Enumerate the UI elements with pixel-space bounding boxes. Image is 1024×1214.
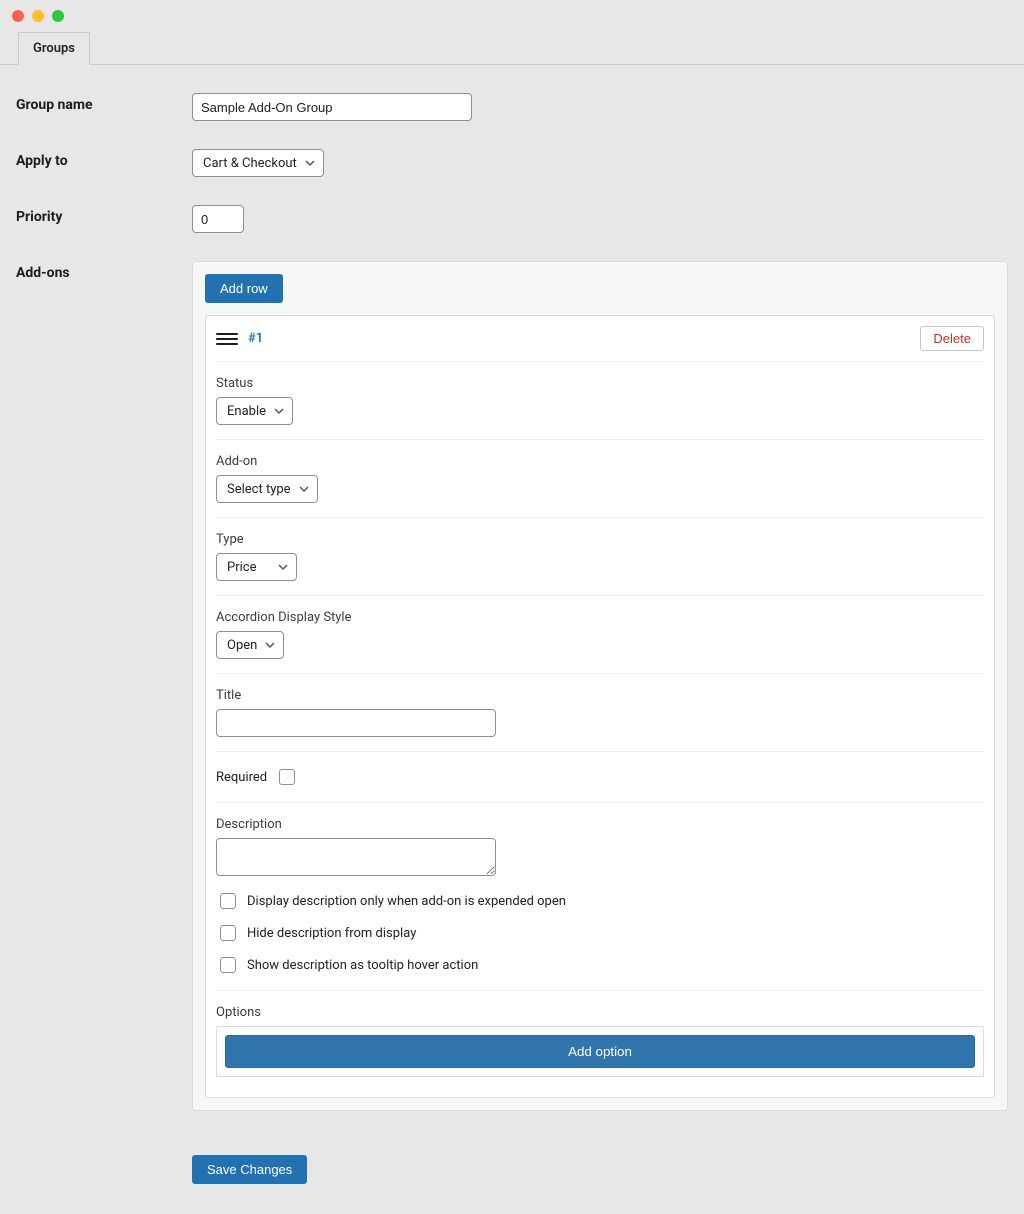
priority-label: Priority: [16, 205, 192, 225]
field-status: Status Enable: [216, 361, 984, 439]
desc-opt-row-1: Display description only when add-on is …: [216, 890, 984, 912]
group-name-input[interactable]: [192, 93, 472, 121]
status-value: Enable: [227, 404, 266, 419]
tabs-bar: Groups: [0, 32, 1024, 65]
options-label: Options: [216, 1005, 984, 1020]
status-select[interactable]: Enable: [216, 397, 293, 425]
addon-value: Select type: [227, 482, 291, 497]
addons-panel: Add row #1 Delete: [192, 261, 1008, 1111]
desc-opt-3-label: Show description as tooltip hover action: [247, 958, 478, 973]
add-option-button[interactable]: Add option: [225, 1035, 975, 1068]
drag-handle-icon[interactable]: [216, 330, 238, 348]
addon-row: #1 Delete Status Enable: [205, 315, 995, 1098]
desc-opt-3-checkbox[interactable]: [220, 957, 236, 973]
window-controls: [0, 6, 1024, 34]
desc-opt-2-label: Hide description from display: [247, 926, 416, 941]
field-type: Type Price: [216, 517, 984, 595]
form-area: Group name Apply to Cart & Checkout Prio…: [0, 65, 1024, 1214]
status-label: Status: [216, 376, 984, 391]
addon-row-header: #1 Delete: [206, 316, 994, 361]
addons-label: Add-ons: [16, 261, 192, 281]
chevron-down-icon: [299, 484, 309, 494]
title-label: Title: [216, 688, 984, 703]
field-addon-type: Add-on Select type: [216, 439, 984, 517]
required-row: Required: [216, 766, 984, 788]
field-title: Title: [216, 673, 984, 751]
type-select[interactable]: Price: [216, 553, 297, 581]
accordion-value: Open: [227, 638, 257, 653]
addon-row-id[interactable]: #1: [248, 331, 263, 346]
desc-opt-2-checkbox[interactable]: [220, 925, 236, 941]
description-textarea[interactable]: [216, 838, 496, 876]
addon-row-body: Status Enable Add-on: [206, 361, 994, 1097]
field-priority: Priority: [16, 205, 1008, 233]
chevron-down-icon: [305, 158, 315, 168]
field-options: Options Add option: [216, 990, 984, 1091]
desc-opt-row-3: Show description as tooltip hover action: [216, 954, 984, 976]
title-input[interactable]: [216, 709, 496, 737]
required-checkbox[interactable]: [279, 769, 295, 785]
add-option-label: Add option: [568, 1044, 632, 1059]
save-changes-label: Save Changes: [207, 1162, 292, 1177]
field-accordion-style: Accordion Display Style Open: [216, 595, 984, 673]
maximize-window-icon[interactable]: [52, 10, 64, 22]
save-changes-button[interactable]: Save Changes: [192, 1155, 307, 1184]
add-row-label: Add row: [220, 281, 268, 296]
apply-to-select[interactable]: Cart & Checkout: [192, 149, 324, 177]
type-label: Type: [216, 532, 984, 547]
chevron-down-icon: [265, 640, 275, 650]
field-addons: Add-ons Add row #1: [16, 261, 1008, 1184]
chevron-down-icon: [278, 562, 288, 572]
desc-opt-1-checkbox[interactable]: [220, 893, 236, 909]
type-value: Price: [227, 560, 256, 575]
options-box: Add option: [216, 1026, 984, 1077]
addon-select[interactable]: Select type: [216, 475, 318, 503]
tab-groups[interactable]: Groups: [18, 32, 90, 65]
field-apply-to: Apply to Cart & Checkout: [16, 149, 1008, 177]
accordion-label: Accordion Display Style: [216, 610, 984, 625]
accordion-select[interactable]: Open: [216, 631, 284, 659]
add-row-button[interactable]: Add row: [205, 274, 283, 303]
minimize-window-icon[interactable]: [32, 10, 44, 22]
addon-label: Add-on: [216, 454, 984, 469]
desc-opt-1-label: Display description only when add-on is …: [247, 894, 566, 909]
priority-input[interactable]: [192, 205, 244, 233]
save-row: Save Changes: [192, 1111, 1008, 1184]
app-window: Groups Group name Apply to Cart & Checko…: [0, 0, 1024, 1214]
delete-label: Delete: [933, 331, 971, 346]
desc-opt-row-2: Hide description from display: [216, 922, 984, 944]
group-name-label: Group name: [16, 93, 192, 113]
chevron-down-icon: [274, 406, 284, 416]
required-label: Required: [216, 770, 267, 785]
field-group-name: Group name: [16, 93, 1008, 121]
field-required: Required: [216, 751, 984, 802]
close-window-icon[interactable]: [12, 10, 24, 22]
delete-row-button[interactable]: Delete: [920, 326, 984, 351]
apply-to-label: Apply to: [16, 149, 192, 169]
apply-to-value: Cart & Checkout: [203, 156, 297, 171]
description-label: Description: [216, 817, 984, 832]
tab-label: Groups: [33, 41, 75, 56]
field-description: Description Display description only whe…: [216, 802, 984, 990]
